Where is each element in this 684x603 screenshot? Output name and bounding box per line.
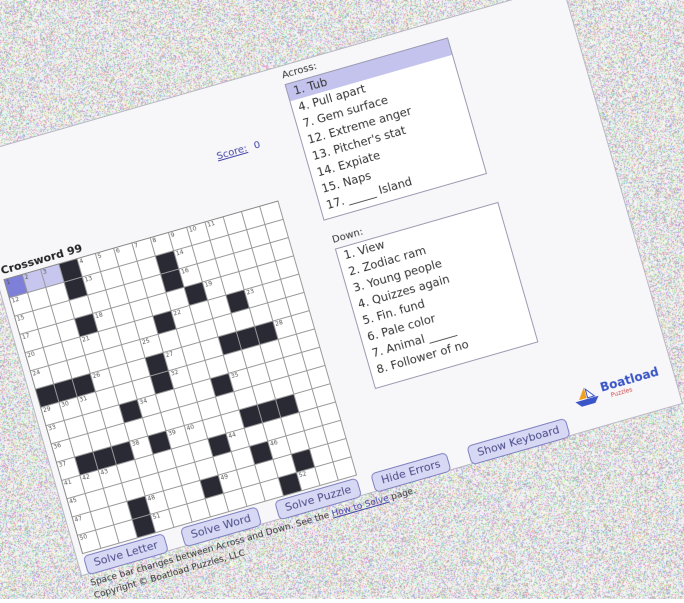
cell-number: 23 [246, 288, 255, 297]
cell-number: 28 [274, 319, 283, 328]
cell-number: 29 [42, 405, 51, 414]
cell-number: 19 [204, 280, 213, 289]
cell-number: 1 [6, 279, 12, 287]
score-value: 0 [253, 139, 262, 151]
cell-number: 15 [16, 314, 25, 323]
cell-number: 40 [186, 424, 195, 433]
cell-number: 47 [74, 515, 83, 524]
cell-number: 51 [152, 512, 161, 521]
cell-number: 30 [60, 400, 69, 409]
cell-number: 12 [11, 296, 20, 305]
cell-number: 2 [24, 273, 30, 281]
cell-number: 45 [68, 497, 77, 506]
cell-number: 42 [81, 473, 90, 482]
score-display: Score: 0 [215, 139, 261, 162]
cell-number: 44 [228, 431, 237, 440]
cell-number: 43 [100, 468, 109, 477]
cell-number: 48 [147, 494, 156, 503]
cell-number: 52 [298, 470, 307, 479]
cell-number: 22 [173, 309, 182, 318]
cell-number: 27 [165, 350, 174, 359]
cell-number: 20 [27, 351, 36, 360]
cell-number: 50 [79, 533, 88, 542]
cell-number: 31 [79, 395, 88, 404]
cell-number: 21 [81, 335, 90, 344]
cell-number: 33 [47, 424, 56, 433]
cell-number: 17 [21, 332, 30, 341]
cell-number: 25 [141, 337, 150, 346]
cell-number: 41 [63, 478, 72, 487]
cell-number: 8 [152, 237, 158, 245]
cell-number: 5 [97, 252, 103, 260]
cell-number: 46 [269, 439, 278, 448]
cell-number: 34 [139, 397, 148, 406]
cell-number: 35 [230, 371, 239, 380]
boatload-logo: Boatload Puzzles [570, 367, 654, 414]
cell-number: 32 [170, 369, 179, 378]
cell-number: 6 [115, 247, 121, 255]
cell-number: 7 [133, 242, 139, 250]
boat-icon [570, 382, 603, 411]
cell-number: 49 [220, 473, 229, 482]
cell-number: 26 [92, 371, 101, 380]
cell-number: 13 [84, 275, 93, 284]
cell-number: 10 [188, 225, 197, 234]
cell-number: 14 [175, 249, 184, 258]
cell-number: 11 [206, 220, 215, 229]
cell-number: 39 [168, 429, 177, 438]
grid-cell[interactable] [334, 457, 358, 481]
score-label[interactable]: Score: [215, 143, 248, 162]
cell-number: 3 [42, 268, 48, 276]
cell-number: 4 [79, 258, 85, 266]
cell-number: 9 [170, 231, 176, 239]
cell-number: 38 [131, 439, 140, 448]
cell-number: 18 [94, 311, 103, 320]
down-clue-list[interactable]: 1. View 2. Zodiac ram 3. Young people 4.… [335, 202, 539, 389]
cell-number: 36 [53, 442, 62, 451]
cell-number: 37 [58, 460, 67, 469]
cell-number: 24 [32, 369, 41, 378]
cell-number: 16 [180, 267, 189, 276]
